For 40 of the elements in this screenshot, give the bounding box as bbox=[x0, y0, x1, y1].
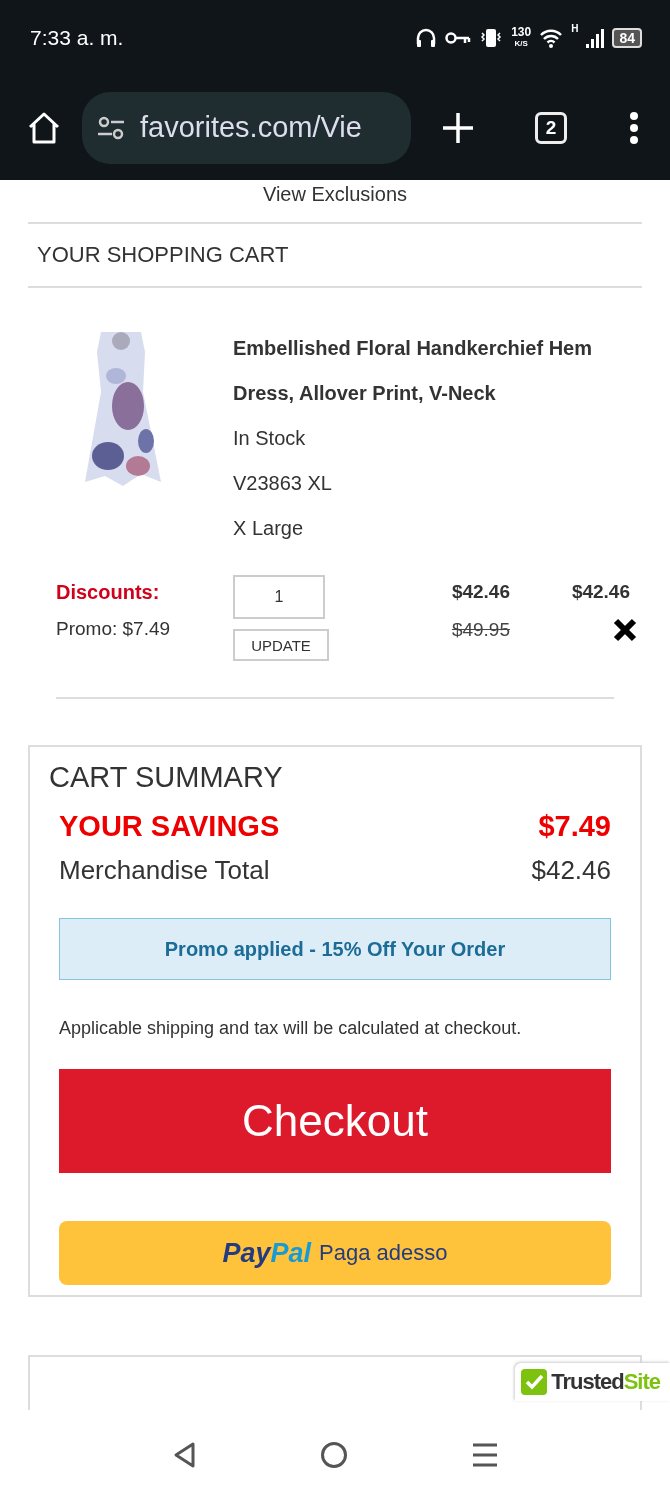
savings-value: $7.49 bbox=[538, 810, 611, 843]
merchandise-value: $42.46 bbox=[531, 855, 611, 886]
home-icon[interactable] bbox=[320, 1441, 348, 1469]
product-size: X Large bbox=[233, 516, 305, 541]
cart-title: YOUR SHOPPING CART bbox=[36, 242, 289, 268]
shipping-note: Applicable shipping and tax will be calculated at checkout. bbox=[59, 1018, 523, 1039]
back-icon[interactable] bbox=[172, 1441, 196, 1469]
close-icon[interactable] bbox=[612, 617, 638, 643]
savings-label: YOUR SAVINGS bbox=[59, 810, 280, 843]
signal-icon bbox=[586, 27, 605, 48]
summary-title: CART SUMMARY bbox=[49, 761, 284, 794]
headphones-icon bbox=[415, 26, 438, 49]
trust-badge[interactable]: TrustedSite bbox=[515, 1363, 670, 1401]
battery-level: 84 bbox=[612, 27, 642, 48]
quantity-field[interactable]: 1 bbox=[233, 575, 325, 619]
product-sku: V23863 XL bbox=[233, 471, 333, 496]
wifi-icon bbox=[539, 27, 564, 48]
network-speed: 130 K/S bbox=[511, 26, 532, 49]
merchandise-label: Merchandise Total bbox=[59, 855, 270, 886]
clock-time: 7:33 a. m. bbox=[30, 25, 125, 50]
network-type: H bbox=[571, 22, 579, 34]
update-button[interactable]: UPDATE bbox=[233, 629, 329, 661]
more-icon[interactable] bbox=[629, 111, 639, 144]
product-name[interactable]: Embellished Floral Handkerchief Hem Dress, Allover Print, V-Neck bbox=[233, 326, 630, 416]
original-price: $49.95 bbox=[451, 619, 510, 641]
sale-price: $42.46 bbox=[451, 581, 510, 603]
vibrate-icon bbox=[479, 26, 504, 49]
promo-amount: Promo: $7.49 bbox=[56, 618, 172, 640]
key-icon bbox=[445, 29, 472, 46]
plus-icon[interactable] bbox=[441, 110, 475, 145]
paypal-button[interactable]: PayPal Paga adesso bbox=[59, 1221, 611, 1285]
tab-switcher[interactable]: 2 bbox=[535, 111, 567, 144]
discounts-label: Discounts: bbox=[56, 581, 161, 604]
promo-banner: Promo applied - 15% Off Your Order bbox=[59, 918, 611, 980]
line-total: $42.46 bbox=[571, 581, 630, 603]
stock-status: In Stock bbox=[233, 426, 307, 451]
address-bar[interactable]: favorites.com/Vie bbox=[82, 91, 411, 164]
menu-icon[interactable] bbox=[472, 1442, 498, 1468]
checkout-button[interactable]: Checkout bbox=[59, 1069, 611, 1173]
exclusions-link[interactable]: View Exclusions bbox=[262, 183, 408, 205]
